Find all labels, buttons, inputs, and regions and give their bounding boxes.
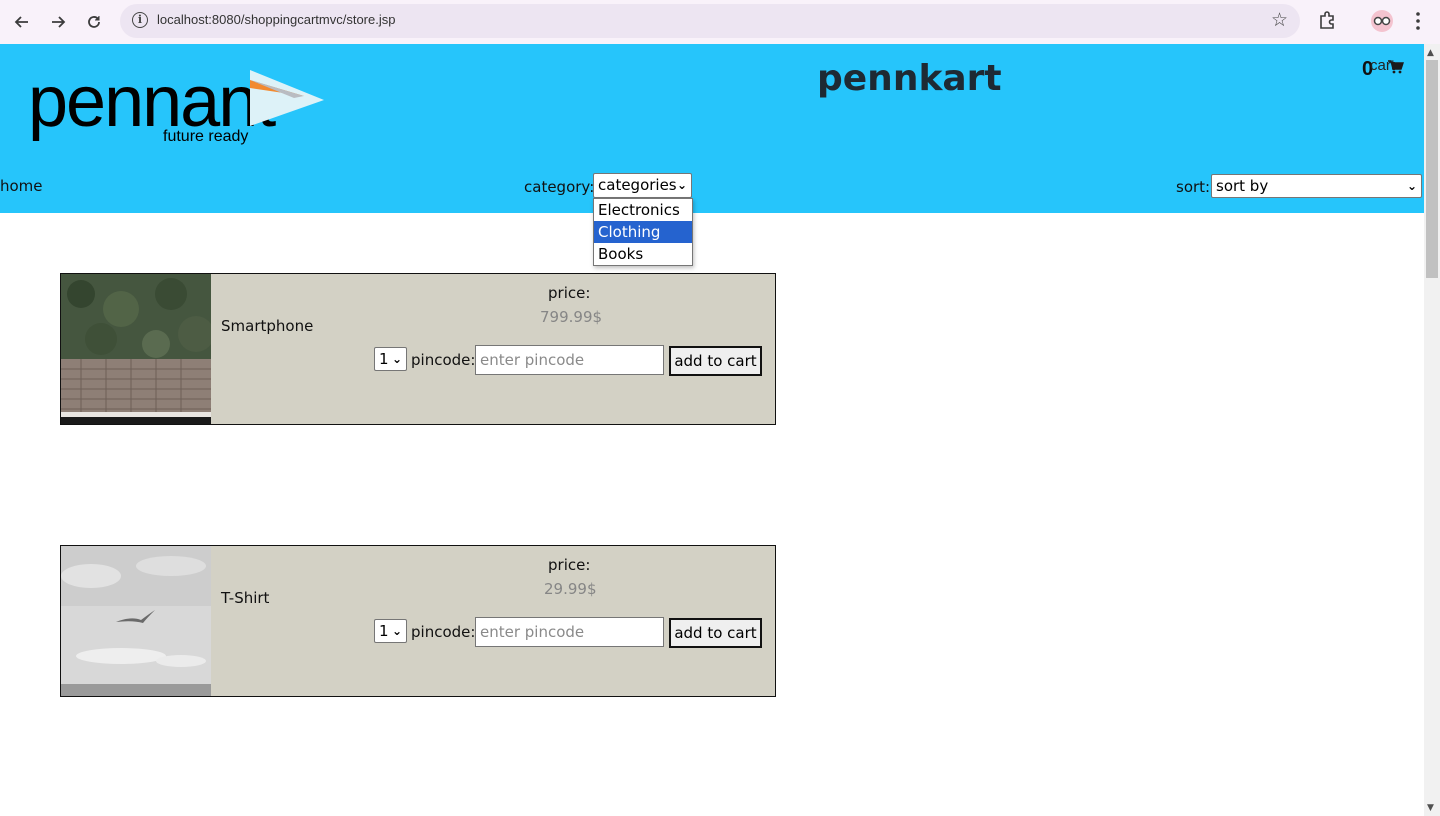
product-card: T-Shirt price: 29.99$ 1 ⌄ pincode:: ente… xyxy=(60,545,776,697)
scroll-down-icon[interactable]: ▼ xyxy=(1427,803,1434,813)
category-option-books[interactable]: Books xyxy=(594,243,692,265)
quantity-value: 1 xyxy=(379,350,389,368)
site-header: pennant future ready pennkart 0 cart hom… xyxy=(0,44,1424,213)
add-to-cart-button[interactable]: add to cart xyxy=(669,618,762,648)
address-bar[interactable]: i localhost:8080/shoppingcartmvc/store.j… xyxy=(120,4,1300,38)
back-arrow-icon[interactable] xyxy=(8,8,36,36)
scroll-up-icon[interactable]: ▲ xyxy=(1427,48,1434,58)
sort-label: sort: xyxy=(1176,178,1211,196)
kebab-menu-icon[interactable] xyxy=(1410,9,1426,33)
url-text[interactable]: localhost:8080/shoppingcartmvc/store.jsp xyxy=(157,12,395,27)
category-option-electronics[interactable]: Electronics xyxy=(594,199,692,221)
pincode-input[interactable]: enter pincode xyxy=(475,617,664,647)
extensions-icon[interactable] xyxy=(1316,8,1340,32)
chevron-down-icon: ⌄ xyxy=(1406,179,1417,193)
page-viewport: pennant future ready pennkart 0 cart hom… xyxy=(0,44,1424,816)
sort-select[interactable]: sort by ⌄ xyxy=(1211,174,1422,198)
forward-arrow-icon[interactable] xyxy=(44,8,72,36)
category-dropdown-list: Electronics Clothing Books xyxy=(593,198,693,266)
chevron-down-icon: ⌄ xyxy=(391,624,402,638)
product-image xyxy=(61,546,211,696)
browser-toolbar: i localhost:8080/shoppingcartmvc/store.j… xyxy=(0,0,1440,44)
profile-avatar[interactable] xyxy=(1371,10,1393,32)
chevron-down-icon: ⌄ xyxy=(676,178,687,192)
price-value: 29.99$ xyxy=(544,580,597,598)
product-name: T-Shirt xyxy=(221,589,270,607)
quantity-value: 1 xyxy=(379,622,389,640)
home-link[interactable]: home xyxy=(0,177,43,195)
quantity-select[interactable]: 1 ⌄ xyxy=(374,619,407,643)
category-select-value: categories xyxy=(598,176,677,194)
category-option-clothing[interactable]: Clothing xyxy=(594,221,692,243)
product-card: Smartphone price: 799.99$ 1 ⌄ pincode:: … xyxy=(60,273,776,425)
category-label: category: xyxy=(524,178,595,196)
vertical-scrollbar[interactable]: ▲ ▼ xyxy=(1424,44,1440,816)
reload-icon[interactable] xyxy=(80,8,108,36)
logo-tagline: future ready xyxy=(163,128,249,145)
price-label: price: xyxy=(548,284,591,302)
pincode-label: pincode:: xyxy=(411,351,481,369)
pennant-logo[interactable]: pennant future ready xyxy=(28,62,338,158)
pincode-label: pincode:: xyxy=(411,623,481,641)
bookmark-star-icon[interactable]: ☆ xyxy=(1271,9,1288,31)
site-title: pennkart xyxy=(817,58,1002,99)
pennant-flag-icon xyxy=(250,70,324,126)
scrollbar-thumb[interactable] xyxy=(1426,60,1438,278)
sort-select-value: sort by xyxy=(1216,177,1269,195)
category-select[interactable]: categories ⌄ xyxy=(593,173,692,198)
pincode-input[interactable]: enter pincode xyxy=(475,345,664,375)
site-info-icon[interactable]: i xyxy=(132,12,148,28)
quantity-select[interactable]: 1 ⌄ xyxy=(374,347,407,371)
price-value: 799.99$ xyxy=(540,308,603,326)
product-name: Smartphone xyxy=(221,317,314,335)
shopping-cart-icon xyxy=(1388,60,1404,74)
price-label: price: xyxy=(548,556,591,574)
add-to-cart-button[interactable]: add to cart xyxy=(669,346,762,376)
chevron-down-icon: ⌄ xyxy=(391,352,402,366)
product-image xyxy=(61,274,211,424)
cart-link[interactable]: 0 cart xyxy=(1362,57,1406,82)
